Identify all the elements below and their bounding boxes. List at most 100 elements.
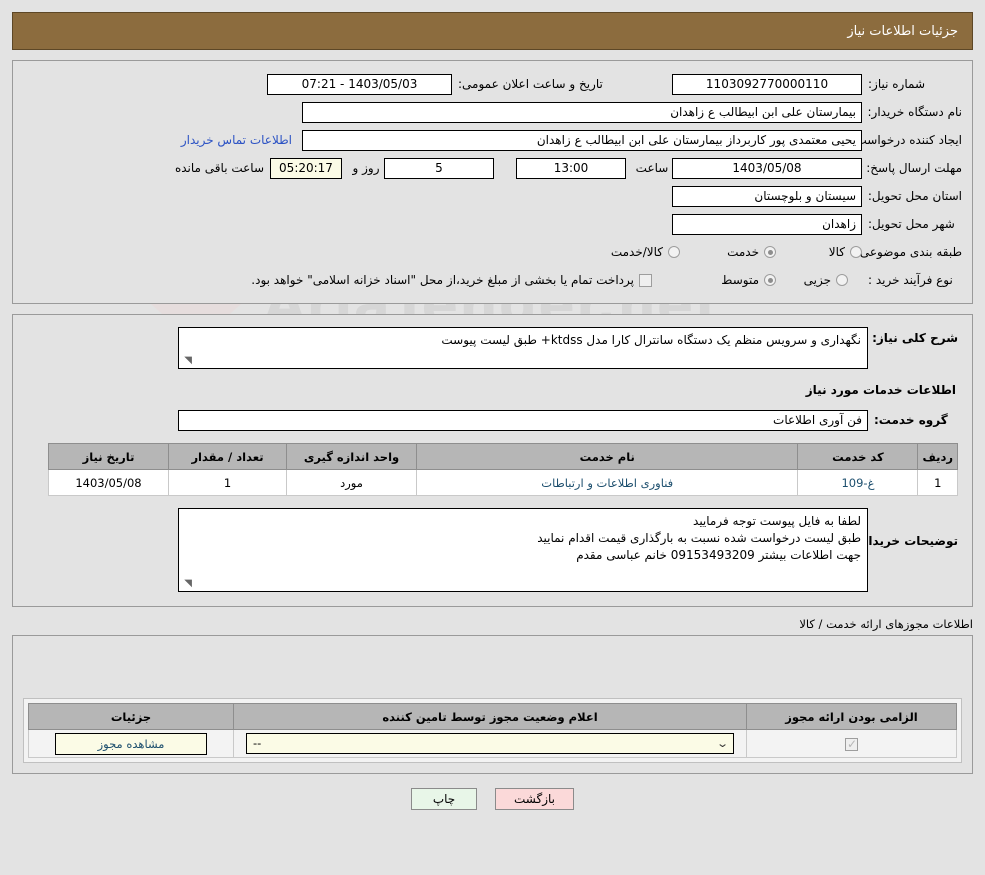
deadline-date-value: 1403/05/08 bbox=[672, 157, 862, 179]
cell-permit-details: مشاهده مجوز bbox=[28, 729, 234, 758]
radio-kala-khedmat-icon[interactable] bbox=[668, 246, 680, 258]
resize-grip-icon[interactable]: ◥ bbox=[182, 356, 192, 366]
need-number-label: شماره نیاز: bbox=[868, 77, 925, 91]
service-group-label: گروه خدمت: bbox=[874, 413, 948, 427]
permit-required-checkbox bbox=[845, 736, 858, 752]
col-unit: واحد اندازه گیری bbox=[286, 443, 417, 470]
services-table-header-row: ردیف کد خدمت نام خدمت واحد اندازه گیری ت… bbox=[48, 443, 958, 470]
row-process-type: نوع فرآیند خرید : جزیی متوسط پرداخت تمام… bbox=[23, 267, 962, 293]
buyer-contact-link[interactable]: اطلاعات تماس خریدار bbox=[181, 133, 302, 147]
buyer-notes-textarea[interactable]: لطفا به فایل پیوست توجه فرمایید طبق لیست… bbox=[178, 508, 868, 592]
permits-table: الزامی بودن ارائه مجوز اعلام وضعیت مجوز … bbox=[28, 703, 957, 758]
category-option-kala-label: کالا bbox=[828, 245, 845, 259]
row-deadline: مهلت ارسال پاسخ: تا تاریخ: 1403/05/08 سا… bbox=[23, 155, 962, 181]
need-detail-panel: شرح کلی نیاز: نگهداری و سرویس منظم یک دس… bbox=[12, 314, 973, 607]
print-button[interactable]: چاپ bbox=[411, 788, 477, 810]
buyer-note-line-3: جهت اطلاعات بیشتر 09153493209 خانم عباسی… bbox=[576, 548, 861, 562]
permits-table-header-row: الزامی بودن ارائه مجوز اعلام وضعیت مجوز … bbox=[28, 703, 957, 730]
view-permit-button[interactable]: مشاهده مجوز bbox=[55, 732, 207, 755]
deadline-label: مهلت ارسال پاسخ: تا تاریخ: bbox=[823, 160, 962, 175]
general-desc-value: نگهداری و سرویس منظم یک دستگاه سانترال ک… bbox=[441, 333, 861, 347]
category-option-khedmat-label: خدمت bbox=[727, 245, 759, 259]
col-service-code: کد خدمت bbox=[797, 443, 919, 470]
permit-status-select[interactable]: ⌄ -- bbox=[246, 733, 734, 754]
buyer-notes-label: توضیحات خریدار: bbox=[856, 534, 958, 548]
city-value: زاهدان bbox=[672, 213, 862, 235]
row-service-group: گروه خدمت: فن آوری اطلاعات bbox=[27, 407, 958, 433]
creator-label: ایجاد کننده درخواست: bbox=[851, 133, 962, 147]
cell-service-name: فناوری اطلاعات و ارتباطات bbox=[415, 469, 799, 496]
row-buyer-notes: توضیحات خریدار: لطفا به فایل پیوست توجه … bbox=[27, 508, 958, 592]
cell-unit: مورد bbox=[286, 469, 417, 496]
creator-value: یحیی معتمدی پور کاربرداز بیمارستان علی ا… bbox=[302, 129, 862, 151]
cell-permit-required bbox=[746, 729, 957, 758]
cell-quantity: 1 bbox=[168, 469, 287, 496]
remaining-time-label: ساعت باقی مانده bbox=[174, 161, 264, 175]
col-permit-required: الزامی بودن ارائه مجوز bbox=[746, 703, 957, 730]
remaining-days-label: روز و bbox=[352, 161, 380, 175]
cell-need-date: 1403/05/08 bbox=[48, 469, 169, 496]
buyer-org-value: بیمارستان علی ابن ابیطالب ع زاهدان bbox=[302, 101, 862, 123]
process-option-motevaset-label: متوسط bbox=[721, 273, 759, 287]
deadline-hour-label: ساعت bbox=[635, 161, 669, 175]
radio-motevaset-icon[interactable] bbox=[764, 274, 776, 286]
back-button[interactable]: بازگشت bbox=[495, 788, 574, 810]
process-label: نوع فرآیند خرید : bbox=[868, 273, 953, 287]
treasury-note-text: پرداخت تمام یا بخشی از مبلغ خرید،از محل … bbox=[251, 273, 634, 287]
category-option-kala[interactable]: کالا bbox=[776, 245, 862, 259]
permits-panel: الزامی بودن ارائه مجوز اعلام وضعیت مجوز … bbox=[12, 635, 973, 774]
row-general-desc: شرح کلی نیاز: نگهداری و سرویس منظم یک دس… bbox=[27, 327, 958, 369]
row-need-number: شماره نیاز: 1103092770000110 تاریخ و ساع… bbox=[23, 71, 962, 97]
buyer-note-line-1: لطفا به فایل پیوست توجه فرمایید bbox=[693, 514, 861, 528]
radio-jozei-icon[interactable] bbox=[836, 274, 848, 286]
deadline-hour-value: 13:00 bbox=[516, 157, 626, 179]
col-quantity: تعداد / مقدار bbox=[168, 443, 287, 470]
service-group-value: فن آوری اطلاعات bbox=[178, 409, 868, 431]
permits-section-label: اطلاعات مجوزهای ارائه خدمت / کالا bbox=[799, 617, 973, 631]
treasury-checkbox[interactable] bbox=[639, 273, 652, 287]
process-option-motevaset[interactable]: متوسط bbox=[666, 273, 776, 287]
category-option-kala-khedmat-label: کالا/خدمت bbox=[610, 245, 663, 259]
city-label: شهر محل تحویل: bbox=[868, 217, 955, 231]
permit-status-value: -- bbox=[253, 736, 262, 750]
remaining-time-value: 05:20:17 bbox=[270, 157, 342, 179]
cell-service-code: غ-109 bbox=[797, 469, 919, 496]
chevron-down-icon: ⌄ bbox=[715, 737, 729, 750]
col-permit-status: اعلام وضعیت مجوز توسط تامین کننده bbox=[233, 703, 747, 730]
page-root: AriaTender.net جزئیات اطلاعات نیاز شماره… bbox=[0, 12, 985, 875]
remaining-days-value: 5 bbox=[384, 157, 494, 179]
buyer-note-line-2: طبق لیست درخواست شده نسبت به بارگذاری قی… bbox=[537, 531, 861, 545]
resize-grip-icon[interactable]: ◥ bbox=[182, 579, 192, 589]
province-label: استان محل تحویل: bbox=[867, 189, 962, 203]
process-option-jozei[interactable]: جزیی bbox=[776, 273, 862, 287]
process-option-jozei-label: جزیی bbox=[803, 273, 831, 287]
announce-datetime-value: 1403/05/03 - 07:21 bbox=[267, 73, 452, 95]
row-province: استان محل تحویل: سیستان و بلوچستان bbox=[23, 183, 962, 209]
general-desc-textarea[interactable]: نگهداری و سرویس منظم یک دستگاه سانترال ک… bbox=[178, 327, 868, 369]
table-row: 1 غ-109 فناوری اطلاعات و ارتباطات مورد 1… bbox=[48, 469, 958, 496]
footer-buttons: بازگشت چاپ bbox=[0, 788, 985, 810]
permits-table-wrapper: الزامی بودن ارائه مجوز اعلام وضعیت مجوز … bbox=[23, 698, 962, 763]
row-category: طبقه بندی موضوعی: کالا خدمت کالا/خدمت bbox=[23, 239, 962, 265]
row-city: شهر محل تحویل: زاهدان bbox=[23, 211, 962, 237]
category-option-khedmat[interactable]: خدمت bbox=[680, 245, 776, 259]
col-permit-details: جزئیات bbox=[28, 703, 234, 730]
province-value: سیستان و بلوچستان bbox=[672, 185, 862, 207]
announce-datetime-label: تاریخ و ساعت اعلان عمومی: bbox=[458, 77, 603, 91]
table-row: ⌄ -- مشاهده مجوز bbox=[28, 729, 957, 758]
radio-kala-icon[interactable] bbox=[850, 246, 862, 258]
col-service-name: نام خدمت bbox=[415, 443, 799, 470]
cell-permit-status: ⌄ -- bbox=[233, 729, 747, 758]
category-label: طبقه بندی موضوعی: bbox=[855, 245, 962, 259]
cell-row-no: 1 bbox=[917, 469, 958, 496]
row-buyer-org: نام دستگاه خریدار: بیمارستان علی ابن ابی… bbox=[23, 99, 962, 125]
col-row-no: ردیف bbox=[917, 443, 958, 470]
treasury-note-group: پرداخت تمام یا بخشی از مبلغ خرید،از محل … bbox=[251, 273, 666, 287]
need-number-value: 1103092770000110 bbox=[672, 73, 862, 95]
summary-panel: شماره نیاز: 1103092770000110 تاریخ و ساع… bbox=[12, 60, 973, 304]
row-creator: ایجاد کننده درخواست: یحیی معتمدی پور کار… bbox=[23, 127, 962, 153]
radio-khedmat-icon[interactable] bbox=[764, 246, 776, 258]
category-option-kala-khedmat[interactable]: کالا/خدمت bbox=[611, 245, 680, 259]
page-title-bar: جزئیات اطلاعات نیاز bbox=[12, 12, 973, 50]
general-desc-label: شرح کلی نیاز: bbox=[872, 331, 958, 345]
